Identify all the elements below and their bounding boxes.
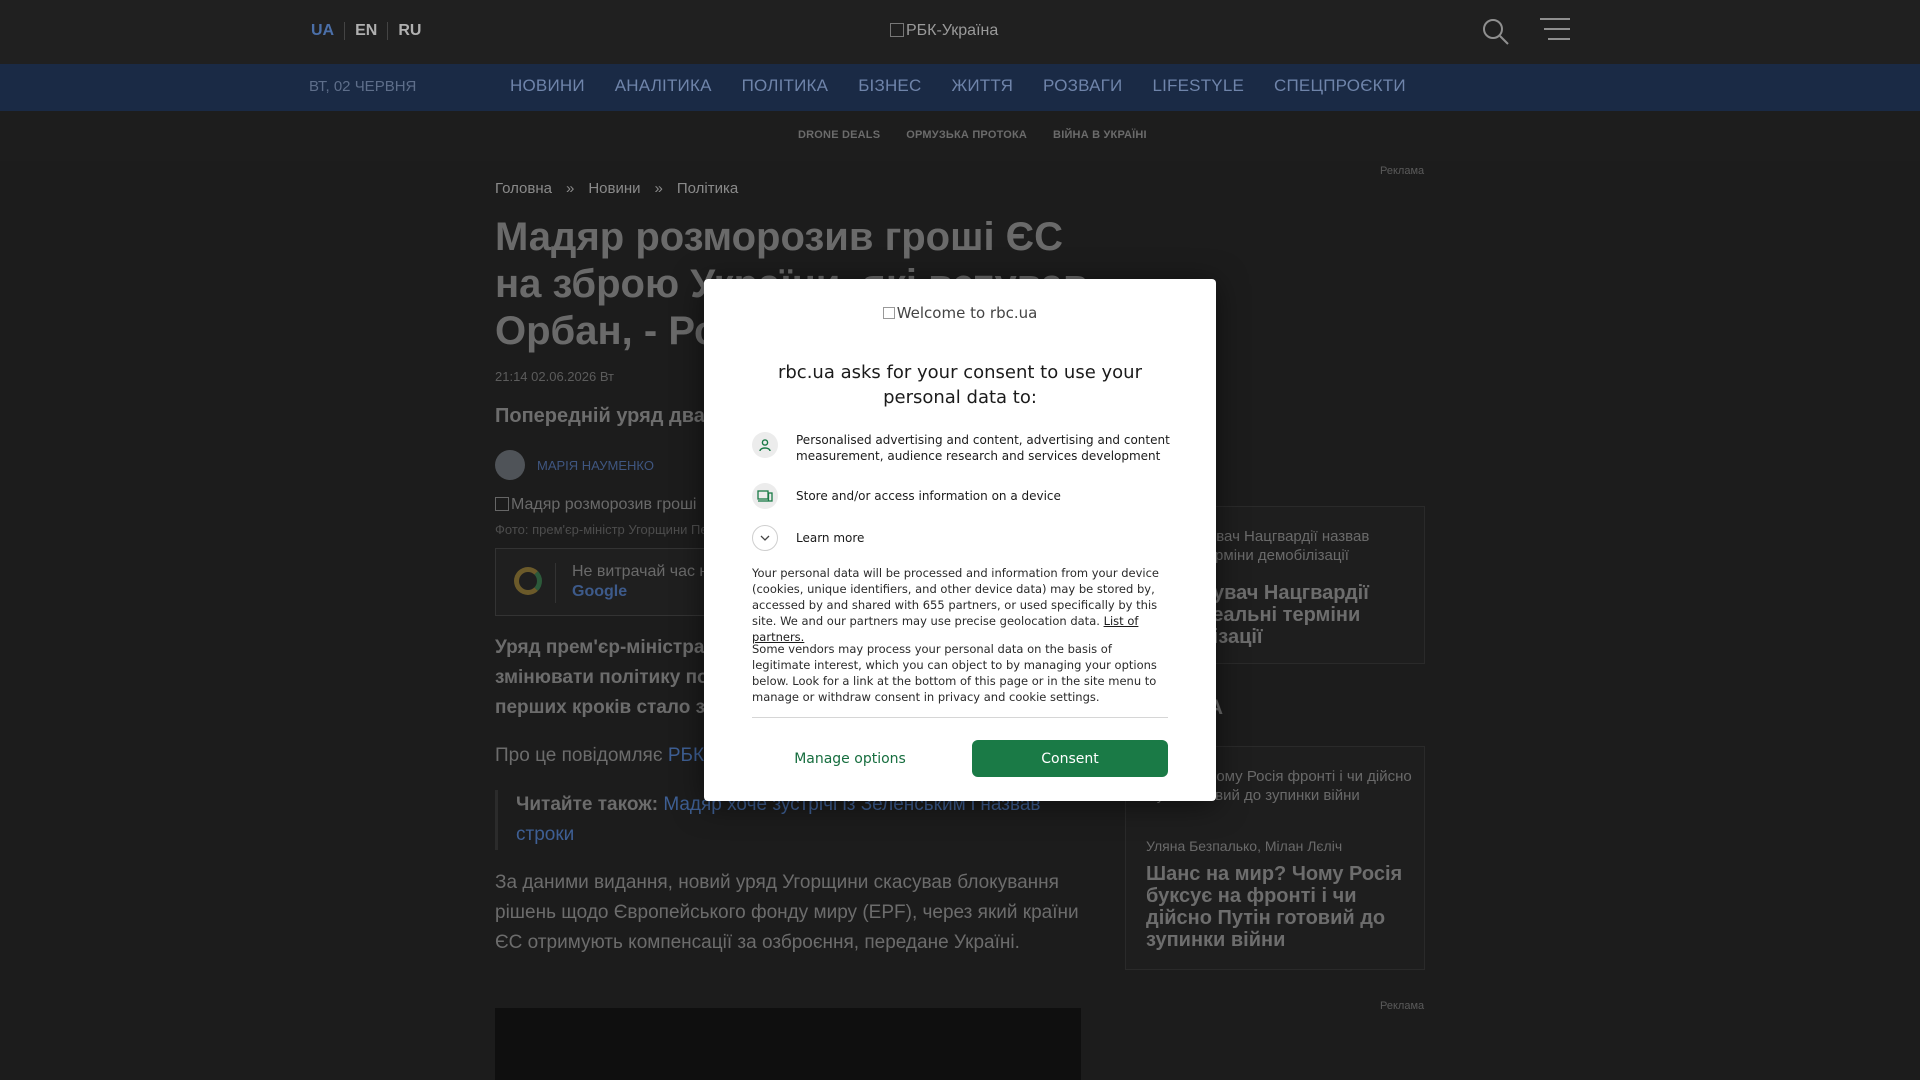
purpose-text: Store and/or access information on a dev… [796,489,1061,503]
manage-options-button[interactable]: Manage options [752,740,948,777]
google-promo-link[interactable]: Google [572,583,627,601]
learn-more-toggle[interactable]: Learn more [752,525,1186,551]
nav-item-lifestyle[interactable]: LIFESTYLE [1152,76,1244,96]
subnav-item-war[interactable]: ВІЙНА В УКРАЇНІ [1053,129,1147,141]
chevron-down-icon [752,525,778,551]
avatar [495,450,525,480]
learn-more-label: Learn more [796,531,865,545]
ad-label: Реклама [1380,165,1425,177]
author-name[interactable]: МАРІЯ НАУМЕНКО [537,458,654,473]
device-icon [752,483,778,509]
main-nav: ВТ, 02 ЧЕРВНЯ НОВИНИ АНАЛІТИКА ПОЛІТИКА … [0,64,1920,111]
top-bar: UA EN RU РБК-Україна [0,0,1920,64]
lang-en[interactable]: EN [345,22,389,40]
consent-dialog: Welcome to rbc.ua rbc.ua asks for your c… [704,279,1216,801]
nav-items: НОВИНИ АНАЛІТИКА ПОЛІТИКА БІЗНЕС ЖИТТЯ Р… [510,76,1436,96]
photo-alt-text: Мадяр розморозив гроші [511,496,697,513]
nav-item-analytics[interactable]: АНАЛІТИКА [615,76,712,96]
subnav-item-hormuz[interactable]: ОРМУЗЬКА ПРОТОКА [906,129,1027,141]
google-promo-text: Не витрачай час н [572,563,709,580]
lang-ua[interactable]: UA [311,22,346,40]
sub-nav-items: DRONE DEALS ОРМУЗЬКА ПРОТОКА ВІЙНА В УКР… [798,129,1173,141]
breadcrumb-news[interactable]: Новини [588,180,640,197]
read-also-label: Читайте також: [516,794,659,815]
breadcrumb-politics[interactable]: Політика [677,180,738,197]
subnav-item-drone-deals[interactable]: DRONE DEALS [798,129,880,141]
consent-logo-alt: Welcome to rbc.ua [896,304,1038,322]
consent-logo: Welcome to rbc.ua [704,304,1216,322]
breadcrumb: Головна » Новини » Політика [495,180,738,197]
consent-purpose-storage: Store and/or access information on a dev… [752,483,1186,509]
breadcrumb-separator: » [654,180,663,197]
sidebar-card-subtitle: дувач Нацгвардії назвав терміни демобілі… [1200,528,1370,564]
breadcrumb-separator: » [566,180,575,197]
logo-alt-text: РБК-Україна [906,22,999,39]
photo-caption: Фото: прем'єр-міністр Угорщини Пе [495,522,708,537]
broken-image-icon [890,23,904,37]
broken-image-icon [882,307,895,319]
purpose-text: Personalised advertising and content, ad… [796,433,1170,463]
hamburger-menu-icon[interactable] [1540,18,1570,44]
nav-item-special-projects[interactable]: СПЕЦПРОЄКТИ [1274,76,1406,96]
nav-item-business[interactable]: БІЗНЕС [858,76,921,96]
nav-item-life[interactable]: ЖИТТЯ [951,76,1013,96]
language-switcher: UA EN RU [311,22,431,40]
site-logo[interactable]: РБК-Україна [890,22,998,40]
consent-body-paragraph: Your personal data will be processed and… [752,566,1160,628]
article-lead: Попередній уряд два р [495,405,723,427]
source-link[interactable]: РБК [668,745,704,766]
page: UA EN RU РБК-Україна ВТ, 02 ЧЕРВНЯ НОВИН… [0,0,1920,1080]
sidebar-card-title: Шанс на мир? Чому Росія буксує на фронті… [1146,863,1403,951]
divider [752,717,1168,718]
consent-purpose-personalised: Personalised advertising and content, ad… [752,432,1186,464]
search-icon [1483,19,1509,45]
nav-item-entertainment[interactable]: РОЗВАГИ [1043,76,1122,96]
person-icon [752,432,778,458]
ad-label: Реклама [1380,1000,1425,1012]
article-paragraph: За даними видання, новий уряд Угорщини с… [495,872,1079,953]
sidebar-card-authors: Уляна Безпалько, Мілан Лєліч [1146,838,1343,854]
source-prefix: Про це повідомляє [495,745,663,766]
article-timestamp: 21:14 02.06.2026 Вт [495,369,615,384]
lang-ru[interactable]: RU [388,22,431,40]
consent-body-text: Your personal data will be processed and… [752,565,1168,645]
current-date: ВТ, 02 ЧЕРВНЯ [309,78,417,95]
nav-item-politics[interactable]: ПОЛІТИКА [742,76,829,96]
google-icon [514,567,542,595]
consent-title: rbc.ua asks for your consent to use your… [777,362,1142,408]
nav-item-news[interactable]: НОВИНИ [510,76,585,96]
author: МАРІЯ НАУМЕНКО [495,450,654,480]
breadcrumb-home[interactable]: Головна [495,180,552,197]
article-photo: Мадяр розморозив гроші [495,496,696,514]
broken-image-icon [495,497,509,511]
consent-body-text: Some vendors may process your personal d… [752,642,1157,704]
sidebar-card-title: дувач Нацгвардії реальні терміни лізації [1200,582,1369,648]
sub-nav: DRONE DEALS ОРМУЗЬКА ПРОТОКА ВІЙНА В УКР… [0,111,1920,161]
search-button[interactable] [1480,16,1512,48]
consent-button[interactable]: Consent [972,740,1168,777]
video-player[interactable] [495,1008,1081,1080]
